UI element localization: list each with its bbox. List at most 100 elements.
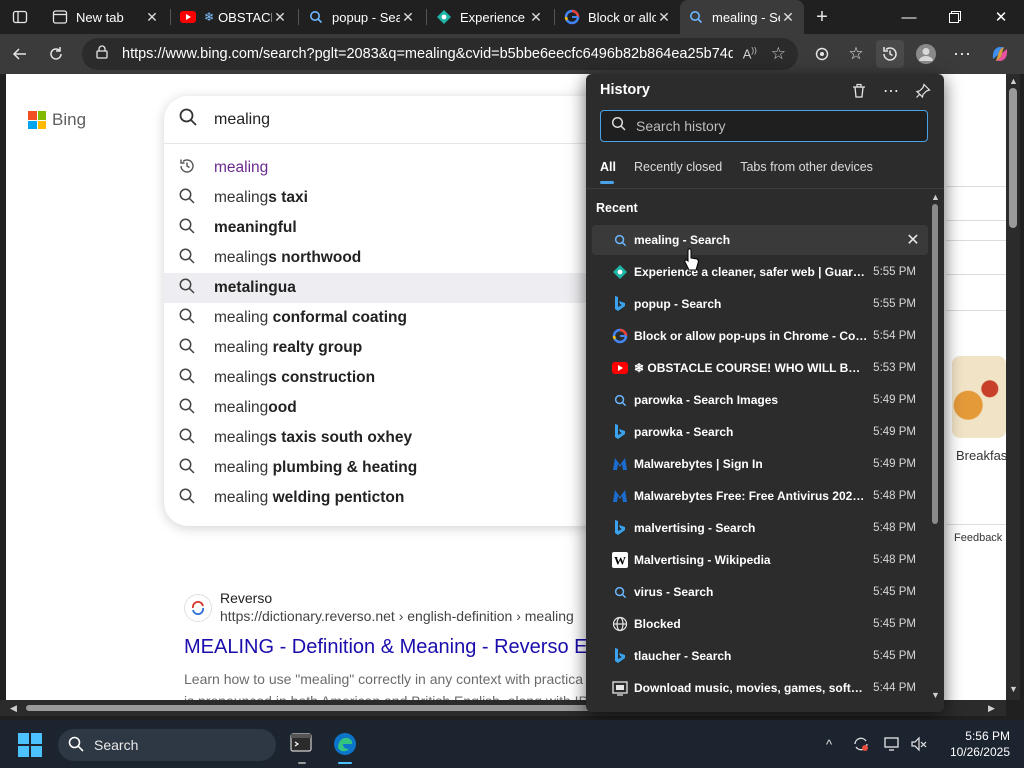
history-item[interactable]: Malwarebytes Free: Free Antivirus 2025 |… [592, 481, 928, 511]
suggestion-item[interactable]: mealing realty group [164, 333, 604, 363]
favorite-star-icon[interactable]: ☆ [771, 44, 786, 64]
result-title-link[interactable]: MEALING - Definition & Meaning - Reverso… [184, 636, 599, 659]
scroll-up-icon[interactable]: ▲ [1009, 76, 1018, 86]
history-item[interactable]: virus - Search 5:45 PM [592, 577, 928, 607]
history-item[interactable]: Blocked 5:45 PM [592, 609, 928, 639]
terminal-app-icon[interactable] [290, 732, 312, 759]
refresh-button[interactable] [42, 40, 70, 68]
history-item[interactable]: mealing - Search ✕ [592, 225, 928, 255]
settings-more-icon[interactable]: ⋯ [948, 40, 976, 68]
tab-other-devices[interactable]: Tabs from other devices [740, 160, 873, 184]
tab-strip: New tab ✕ ❄ OBSTACL ✕ popup - Sea ✕ Expe… [0, 0, 1024, 34]
suggestion-item[interactable]: mealings northwood [164, 243, 604, 273]
suggestion-item[interactable]: mealing plumbing & heating [164, 453, 604, 483]
suggestion-item[interactable]: mealings taxis south oxhey [164, 423, 604, 453]
suggestion-item[interactable]: mealing welding penticton [164, 483, 604, 513]
tab-experience[interactable]: Experience a ✕ [428, 0, 552, 34]
search-input[interactable]: mealing [214, 111, 270, 129]
trash-icon[interactable] [848, 80, 870, 102]
tab-recently-closed[interactable]: Recently closed [634, 160, 722, 184]
scroll-up-icon[interactable]: ▲ [931, 192, 940, 202]
suggestion-item[interactable]: mealings construction [164, 363, 604, 393]
history-item[interactable]: ❄ OBSTACLE COURSE! WHO WILL BE TH... 5:53… [592, 353, 928, 383]
extension-icon[interactable] [808, 40, 836, 68]
close-icon[interactable]: ✕ [400, 9, 416, 25]
new-tab-button[interactable]: + [808, 3, 836, 31]
history-scrollbar[interactable]: ▲ ▼ [930, 192, 940, 702]
back-button[interactable] [6, 40, 34, 68]
windows-start-icon[interactable] [18, 733, 42, 762]
vertical-scrollbar[interactable]: ▲ ▼ [1006, 74, 1020, 700]
copilot-icon[interactable] [986, 40, 1014, 68]
suggestion-text: mealing welding penticton [214, 489, 404, 507]
history-item[interactable]: Malwarebytes | Sign In 5:49 PM [592, 449, 928, 479]
tab-popup[interactable]: popup - Sea ✕ [300, 0, 424, 34]
clock[interactable]: 5:56 PM 10/26/2025 [948, 728, 1010, 760]
read-aloud-icon[interactable]: A)) [743, 46, 757, 61]
search-box[interactable]: mealing [164, 96, 604, 144]
scrollbar-thumb[interactable] [1009, 88, 1017, 228]
close-icon[interactable]: ✕ [528, 9, 544, 25]
tab-mealing-active[interactable]: mealing - Se ✕ [680, 0, 804, 34]
scroll-right-icon[interactable]: ▶ [988, 703, 995, 714]
breakfast-image[interactable] [952, 356, 1006, 438]
history-item[interactable]: Block or allow pop-ups in Chrome - Comp.… [592, 321, 928, 351]
favorites-icon[interactable]: ☆ [842, 40, 870, 68]
history-item[interactable]: Download music, movies, games, software.… [592, 673, 928, 703]
feedback-link[interactable]: Feedback [954, 532, 1002, 544]
address-bar[interactable]: https://www.bing.com/search?pglt=2083&q=… [82, 38, 798, 70]
bing-icon [612, 296, 628, 312]
history-item[interactable]: W Malvertising - Wikipedia 5:48 PM [592, 545, 928, 575]
suggestion-prefix: mealing [214, 489, 273, 506]
history-item[interactable]: Experience a cleaner, safer web | Guardi… [592, 257, 928, 287]
close-icon[interactable]: ✕ [656, 9, 672, 25]
tab-obstacle[interactable]: ❄ OBSTACL ✕ [172, 0, 296, 34]
address-url[interactable]: https://www.bing.com/search?pglt=2083&q=… [122, 46, 733, 62]
scroll-left-icon[interactable]: ◀ [10, 703, 17, 714]
history-icon[interactable] [876, 40, 904, 68]
screen: New tab ✕ ❄ OBSTACL ✕ popup - Sea ✕ Expe… [0, 0, 1024, 768]
history-item[interactable]: parowka - Search 5:49 PM [592, 417, 928, 447]
scrollbar-thumb[interactable] [932, 204, 938, 524]
suggestion-item[interactable]: mealing [164, 153, 604, 183]
history-item[interactable]: popup - Search 5:55 PM [592, 289, 928, 319]
tab-all[interactable]: All [600, 160, 616, 184]
breakfast-label[interactable]: Breakfas [956, 448, 1006, 463]
suggestion-item[interactable]: meaningful [164, 213, 604, 243]
minimize-button[interactable]: — [886, 0, 932, 34]
network-icon[interactable] [882, 734, 904, 754]
history-search-input[interactable] [636, 118, 916, 134]
close-icon[interactable]: ✕ [780, 9, 796, 25]
suggestion-item[interactable]: metalingua [164, 273, 604, 303]
history-item[interactable]: parowka - Search Images 5:49 PM [592, 385, 928, 415]
history-item[interactable]: malvertising - Search 5:48 PM [592, 513, 928, 543]
close-icon[interactable]: ✕ [144, 9, 160, 25]
bing-logo[interactable]: Bing [28, 110, 86, 130]
result-url[interactable]: https://dictionary.reverso.net › english… [220, 608, 574, 624]
volume-muted-icon[interactable] [908, 734, 930, 754]
scroll-down-icon[interactable]: ▼ [1009, 684, 1018, 694]
delete-close-icon[interactable]: ✕ [898, 230, 928, 250]
search-icon[interactable] [178, 107, 198, 132]
edge-app-icon[interactable] [332, 731, 358, 762]
site-info-icon[interactable] [94, 44, 110, 64]
pin-icon[interactable] [912, 80, 934, 102]
suggestion-item[interactable]: mealing conformal coating [164, 303, 604, 333]
suggestion-item[interactable]: mealingood [164, 393, 604, 423]
tab-new-tab[interactable]: New tab ✕ [44, 0, 168, 34]
taskbar-search[interactable]: Search [58, 729, 276, 761]
show-hidden-icons-chevron-up-icon[interactable]: ^ [818, 734, 840, 754]
tab-block-allow[interactable]: Block or allo ✕ [556, 0, 680, 34]
history-search-box[interactable] [600, 110, 928, 142]
tab-actions-icon[interactable] [6, 3, 34, 31]
profile-avatar[interactable] [912, 40, 940, 68]
restore-button[interactable] [932, 0, 978, 34]
close-icon[interactable]: ✕ [272, 9, 288, 25]
history-item[interactable]: tlaucher - Search 5:45 PM [592, 641, 928, 671]
close-window-button[interactable]: ✕ [978, 0, 1024, 34]
malwarebytes-icon [612, 488, 628, 504]
scroll-down-icon[interactable]: ▼ [931, 690, 940, 700]
suggestion-item[interactable]: mealings taxi [164, 183, 604, 213]
sync-icon[interactable] [850, 734, 872, 754]
more-options-icon[interactable]: ⋯ [880, 80, 902, 102]
